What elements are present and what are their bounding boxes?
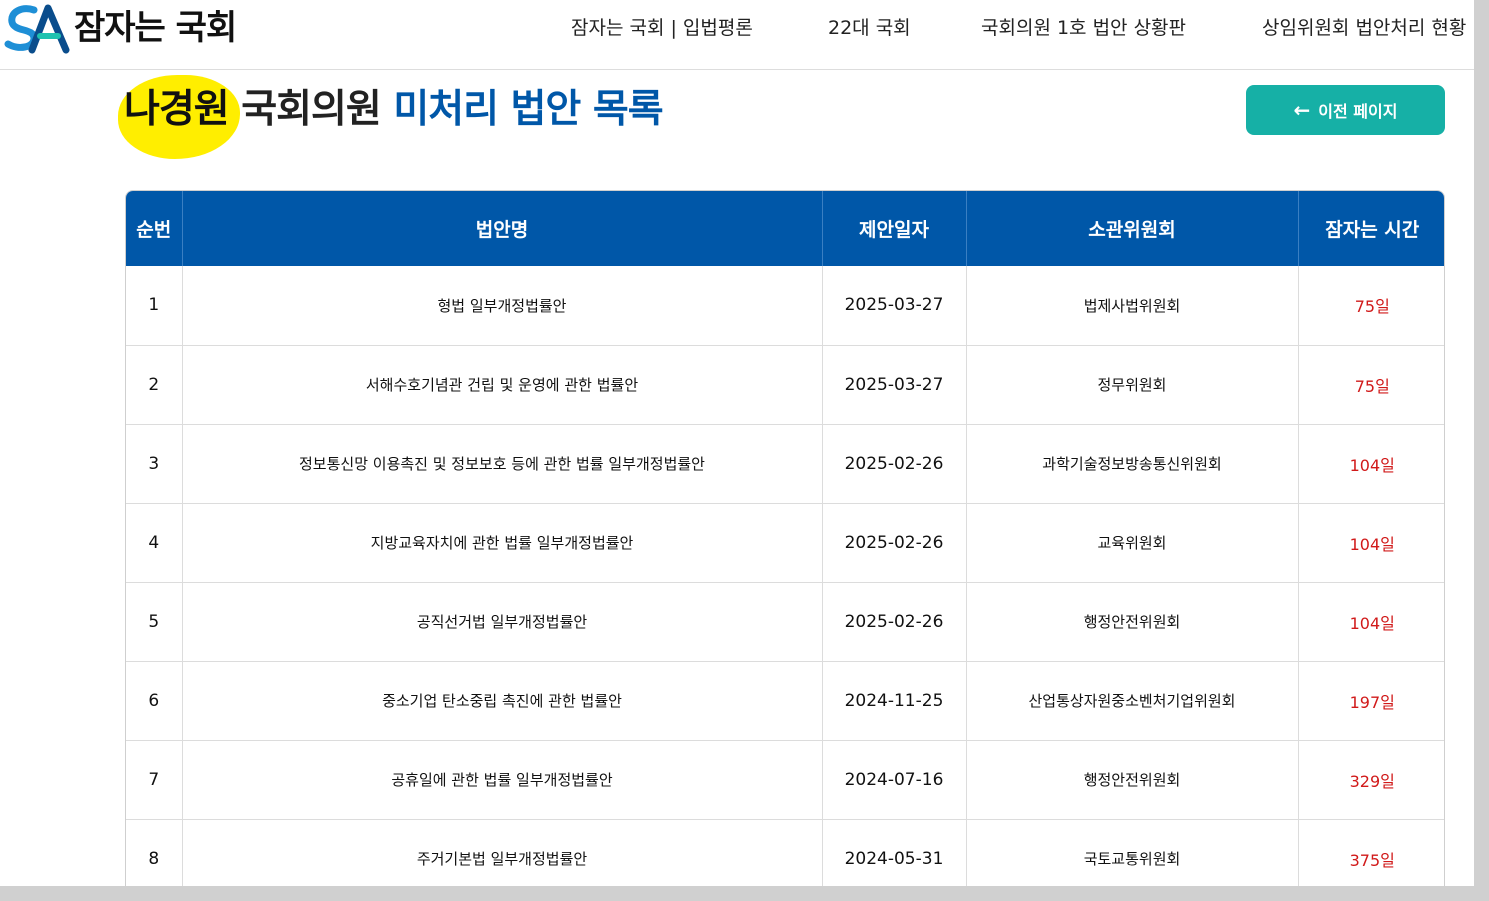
column-header-committee: 소관위원회 bbox=[966, 191, 1299, 266]
cell-date: 2024-05-31 bbox=[822, 819, 967, 886]
table-row[interactable]: 1 형법 일부개정법률안 2025-03-27 법제사법위원회 75일 bbox=[126, 266, 1444, 346]
cell-committee: 행정안전위원회 bbox=[966, 740, 1299, 820]
cell-sleep-time: 104일 bbox=[1298, 582, 1444, 662]
cell-bill-name[interactable]: 서해수호기념관 건립 및 운영에 관한 법률안 bbox=[182, 345, 823, 425]
cell-sleep-time: 375일 bbox=[1298, 819, 1444, 886]
cell-sleep-time: 75일 bbox=[1298, 266, 1444, 346]
cell-committee: 정무위원회 bbox=[966, 345, 1299, 425]
cell-bill-name[interactable]: 주거기본법 일부개정법률안 bbox=[182, 819, 823, 886]
table-row[interactable]: 7 공휴일에 관한 법률 일부개정법률안 2024-07-16 행정안전위원회 329일 bbox=[126, 740, 1444, 820]
cell-committee: 산업통상자원중소벤처기업위원회 bbox=[966, 661, 1299, 741]
arrow-left-icon: ← bbox=[1293, 98, 1311, 122]
cell-committee: 과학기술정보방송통신위원회 bbox=[966, 424, 1299, 504]
cell-bill-name[interactable]: 형법 일부개정법률안 bbox=[182, 266, 823, 346]
back-button[interactable]: ← 이전 페이지 bbox=[1246, 85, 1445, 135]
cell-no: 4 bbox=[126, 503, 183, 583]
table-row[interactable]: 5 공직선거법 일부개정법률안 2025-02-26 행정안전위원회 104일 bbox=[126, 582, 1444, 662]
cell-date: 2024-07-16 bbox=[822, 740, 967, 820]
column-header-time: 잠자는 시간 bbox=[1298, 191, 1444, 266]
cell-no: 3 bbox=[126, 424, 183, 504]
cell-bill-name[interactable]: 공직선거법 일부개정법률안 bbox=[182, 582, 823, 662]
bill-table-container: 순번 법안명 제안일자 소관위원회 잠자는 시간 1 형법 일부개정법률안 2025… bbox=[125, 190, 1445, 886]
table-row[interactable]: 2 서해수호기념관 건립 및 운영에 관한 법률안 2025-03-27 정무위원회 7… bbox=[126, 345, 1444, 425]
table-row[interactable]: 6 중소기업 탄소중립 촉진에 관한 법률안 2024-11-25 산업통상자원중소벤… bbox=[126, 661, 1444, 741]
cell-committee: 국토교통위원회 bbox=[966, 819, 1299, 886]
cell-date: 2025-02-26 bbox=[822, 503, 967, 583]
cell-sleep-time: 329일 bbox=[1298, 740, 1444, 820]
nav-item-first-bill[interactable]: 국회의원 1호 법안 상황판 bbox=[981, 15, 1186, 41]
cell-no: 8 bbox=[126, 819, 183, 886]
cell-bill-name[interactable]: 중소기업 탄소중립 촉진에 관한 법률안 bbox=[182, 661, 823, 741]
cell-bill-name[interactable]: 정보통신망 이용촉진 및 정보보호 등에 관한 법률 일부개정법률안 bbox=[182, 424, 823, 504]
nav-item-committee[interactable]: 상임위원회 법안처리 현황 bbox=[1262, 15, 1466, 41]
cell-bill-name[interactable]: 지방교육자치에 관한 법률 일부개정법률안 bbox=[182, 503, 823, 583]
cell-sleep-time: 104일 bbox=[1298, 424, 1444, 504]
main-nav: 잠자는 국회 | 입법평론 22대 국회 국회의원 1호 법안 상황판 상임위원… bbox=[0, 15, 1474, 41]
table-row[interactable]: 8 주거기본법 일부개정법률안 2024-05-31 국토교통위원회 375일 bbox=[126, 819, 1444, 886]
cell-sleep-time: 104일 bbox=[1298, 503, 1444, 583]
title-accent: 미처리 법안 목록 bbox=[393, 87, 663, 132]
cell-bill-name[interactable]: 공휴일에 관한 법률 일부개정법률안 bbox=[182, 740, 823, 820]
page-title: 나경원 국회의원 미처리 법안 목록 bbox=[124, 84, 664, 136]
title-middle: 국회의원 bbox=[241, 87, 382, 132]
column-header-name: 법안명 bbox=[182, 191, 823, 266]
site-header: 잠자는 국회 잠자는 국회 | 입법평론 22대 국회 국회의원 1호 법안 상… bbox=[0, 0, 1474, 70]
cell-committee: 행정안전위원회 bbox=[966, 582, 1299, 662]
title-member-name: 나경원 bbox=[124, 87, 230, 132]
cell-date: 2025-02-26 bbox=[822, 424, 967, 504]
column-header-no: 순번 bbox=[126, 191, 183, 266]
nav-item-review[interactable]: 잠자는 국회 | 입법평론 bbox=[571, 15, 753, 41]
cell-committee: 교육위원회 bbox=[966, 503, 1299, 583]
back-button-label: 이전 페이지 bbox=[1318, 102, 1398, 121]
cell-date: 2025-03-27 bbox=[822, 345, 967, 425]
bill-table: 순번 법안명 제안일자 소관위원회 잠자는 시간 1 형법 일부개정법률안 2025… bbox=[126, 191, 1444, 886]
cell-date: 2024-11-25 bbox=[822, 661, 967, 741]
cell-no: 7 bbox=[126, 740, 183, 820]
cell-date: 2025-03-27 bbox=[822, 266, 967, 346]
cell-sleep-time: 197일 bbox=[1298, 661, 1444, 741]
cell-no: 1 bbox=[126, 266, 183, 346]
table-row[interactable]: 3 정보통신망 이용촉진 및 정보보호 등에 관한 법률 일부개정법률안 2025-… bbox=[126, 424, 1444, 504]
cell-committee: 법제사법위원회 bbox=[966, 266, 1299, 346]
table-header-row: 순번 법안명 제안일자 소관위원회 잠자는 시간 bbox=[126, 191, 1444, 266]
column-header-date: 제안일자 bbox=[822, 191, 967, 266]
page: 잠자는 국회 잠자는 국회 | 입법평론 22대 국회 국회의원 1호 법안 상… bbox=[0, 0, 1474, 886]
nav-item-22nd[interactable]: 22대 국회 bbox=[828, 15, 911, 41]
cell-no: 6 bbox=[126, 661, 183, 741]
table-row[interactable]: 4 지방교육자치에 관한 법률 일부개정법률안 2025-02-26 교육위원회 104… bbox=[126, 503, 1444, 583]
cell-date: 2025-02-26 bbox=[822, 582, 967, 662]
cell-sleep-time: 75일 bbox=[1298, 345, 1444, 425]
cell-no: 2 bbox=[126, 345, 183, 425]
cell-no: 5 bbox=[126, 582, 183, 662]
